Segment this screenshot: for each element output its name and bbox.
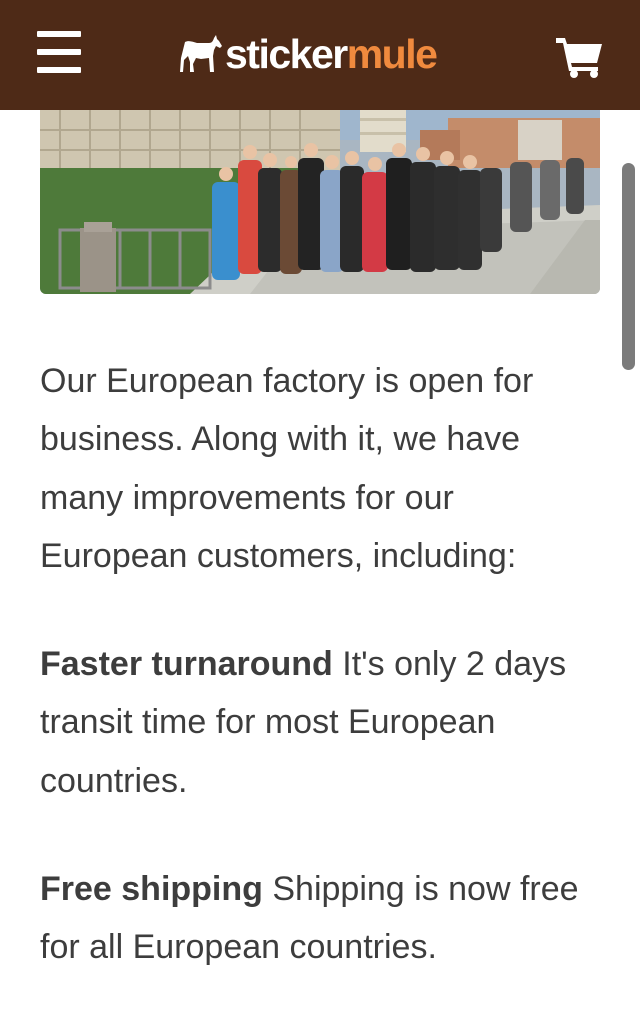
scrollbar-thumb[interactable] bbox=[622, 163, 635, 370]
feature-faster-turnaround: Faster turnaround It's only 2 days trans… bbox=[40, 635, 600, 810]
logo-text-sticker: sticker bbox=[225, 31, 348, 77]
top-header: stickermule bbox=[0, 0, 640, 110]
team-photo-pisa bbox=[40, 110, 600, 294]
sticker-mule-logo[interactable]: stickermule bbox=[179, 30, 438, 78]
feature-free-shipping: Free shipping Shipping is now free for a… bbox=[40, 860, 600, 977]
article-intro: Our European factory is open for busines… bbox=[40, 362, 534, 575]
feature-title: Free shipping bbox=[40, 870, 263, 909]
feature-title: Faster turnaround bbox=[40, 645, 333, 684]
hamburger-menu-icon[interactable] bbox=[37, 31, 81, 73]
logo-text-mule: mule bbox=[346, 31, 438, 77]
mule-icon bbox=[180, 35, 222, 72]
article-content: Our European factory is open for busines… bbox=[40, 352, 600, 1027]
shopping-cart-icon[interactable] bbox=[556, 36, 604, 78]
